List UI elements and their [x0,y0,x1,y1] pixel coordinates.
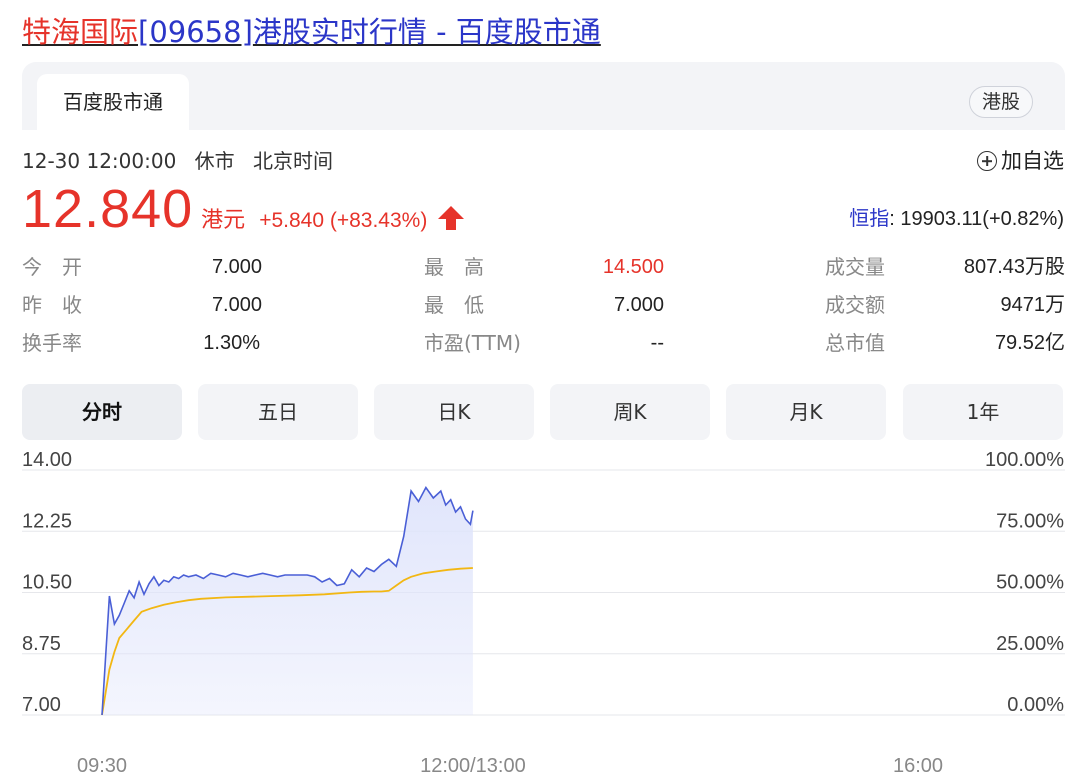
stat-label: 最 低 [424,293,484,317]
tab-five-day[interactable]: 五日 [198,384,358,440]
intraday-chart[interactable]: 14.00 12.25 10.50 8.75 7.00 100.00% 75.00% 50.0… [0,450,1080,783]
stat-prev-close: 昨 收 7.000 [22,286,262,324]
y-tick-label: 10.50 [22,572,72,594]
up-arrow-icon [437,205,465,231]
market-badge[interactable]: 港股 [968,86,1033,118]
stat-label: 总市值 [825,331,885,355]
stat-value: 7.000 [211,294,262,316]
stat-value: 79.52亿 [994,332,1065,354]
stat-amount: 成交额 9471万 [825,286,1065,324]
index-value: : 19903.11(+0.82%) [889,208,1064,230]
stat-label: 市盈(TTM) [424,331,521,355]
plus-circle-icon [977,151,997,171]
stat-value: -- [650,332,664,354]
x-tick-label: 09:30 [77,755,127,777]
y2-tick-label: 0.00% [1007,694,1064,716]
add-to-watchlist-button[interactable]: 加自选 [977,148,1064,174]
stock-code: [09658] [138,15,253,49]
current-price: 12.840 [22,179,194,239]
y-tick-label: 7.00 [22,694,61,716]
x-tick-label: 12:00/13:00 [420,755,526,777]
stat-value: 9471万 [1000,294,1066,316]
y2-tick-label: 75.00% [996,510,1064,532]
stat-value: 7.000 [211,256,262,278]
stat-label: 换手率 [22,331,82,355]
stock-name: 特海国际 [22,15,139,49]
stat-label: 昨 收 [22,293,82,317]
stats-grid: 今 开 7.000 昨 收 7.000 换手率 1.30% 最 高 14.500… [22,248,1065,362]
stat-turnover-rate: 换手率 1.30% [22,324,262,362]
stat-label: 成交额 [825,293,885,317]
tab-one-year[interactable]: 1年 [903,384,1063,440]
card-header: 百度股市通 港股 [22,62,1065,130]
stat-open: 今 开 7.000 [22,248,262,286]
status-line: 12-30 12:00:00 休市 北京时间 [22,148,345,174]
tab-weekly-k[interactable]: 周K [550,384,710,440]
stat-value: 14.500 [602,256,664,278]
stat-market-cap: 总市值 79.52亿 [825,324,1065,362]
stat-volume: 成交量 807.43万股 [825,248,1065,286]
stat-pe-ttm: 市盈(TTM) -- [424,324,664,362]
y-tick-label: 12.25 [22,510,72,532]
currency-label: 港元 [201,208,246,233]
stat-label: 今 开 [22,255,82,279]
page-title-rest: 港股实时行情 - 百度股市通 [252,15,601,49]
tab-monthly-k[interactable]: 月K [726,384,886,440]
price-change: +5.840 (+83.43%) [259,209,428,232]
period-tabs: 分时 五日 日K 周K 月K 1年 [22,384,1065,440]
tab-baidu-gushitong[interactable]: 百度股市通 [37,74,189,130]
x-tick-label: 16:00 [893,755,943,777]
stat-label: 最 高 [424,255,484,279]
stat-value: 7.000 [613,294,664,316]
y-tick-label: 14.00 [22,450,72,471]
market-state: 休市 [194,149,235,173]
stat-label: 成交量 [825,255,885,279]
hsi-index-quote[interactable]: 恒指: 19903.11(+0.82%) [849,202,1064,231]
price-area [102,487,473,715]
price-row: 12.840 港元 +5.840 (+83.43%) [22,178,465,240]
stat-value: 1.30% [203,332,260,354]
stat-value: 807.43万股 [963,256,1065,278]
quote-datetime: 12-30 12:00:00 [22,149,177,173]
stat-high: 最 高 14.500 [424,248,664,286]
tab-daily-k[interactable]: 日K [374,384,534,440]
timezone-label: 北京时间 [253,149,334,173]
tab-intraday[interactable]: 分时 [22,384,182,440]
stat-low: 最 低 7.000 [424,286,664,324]
index-name: 恒指 [849,208,890,230]
watchlist-label: 加自选 [1001,149,1064,173]
y2-tick-label: 50.00% [996,572,1064,594]
y2-tick-label: 100.00% [985,450,1064,471]
y-tick-label: 8.75 [22,633,61,655]
page-title-link[interactable]: 特海国际[09658]港股实时行情 - 百度股市通 [22,12,601,52]
y2-tick-label: 25.00% [996,633,1064,655]
